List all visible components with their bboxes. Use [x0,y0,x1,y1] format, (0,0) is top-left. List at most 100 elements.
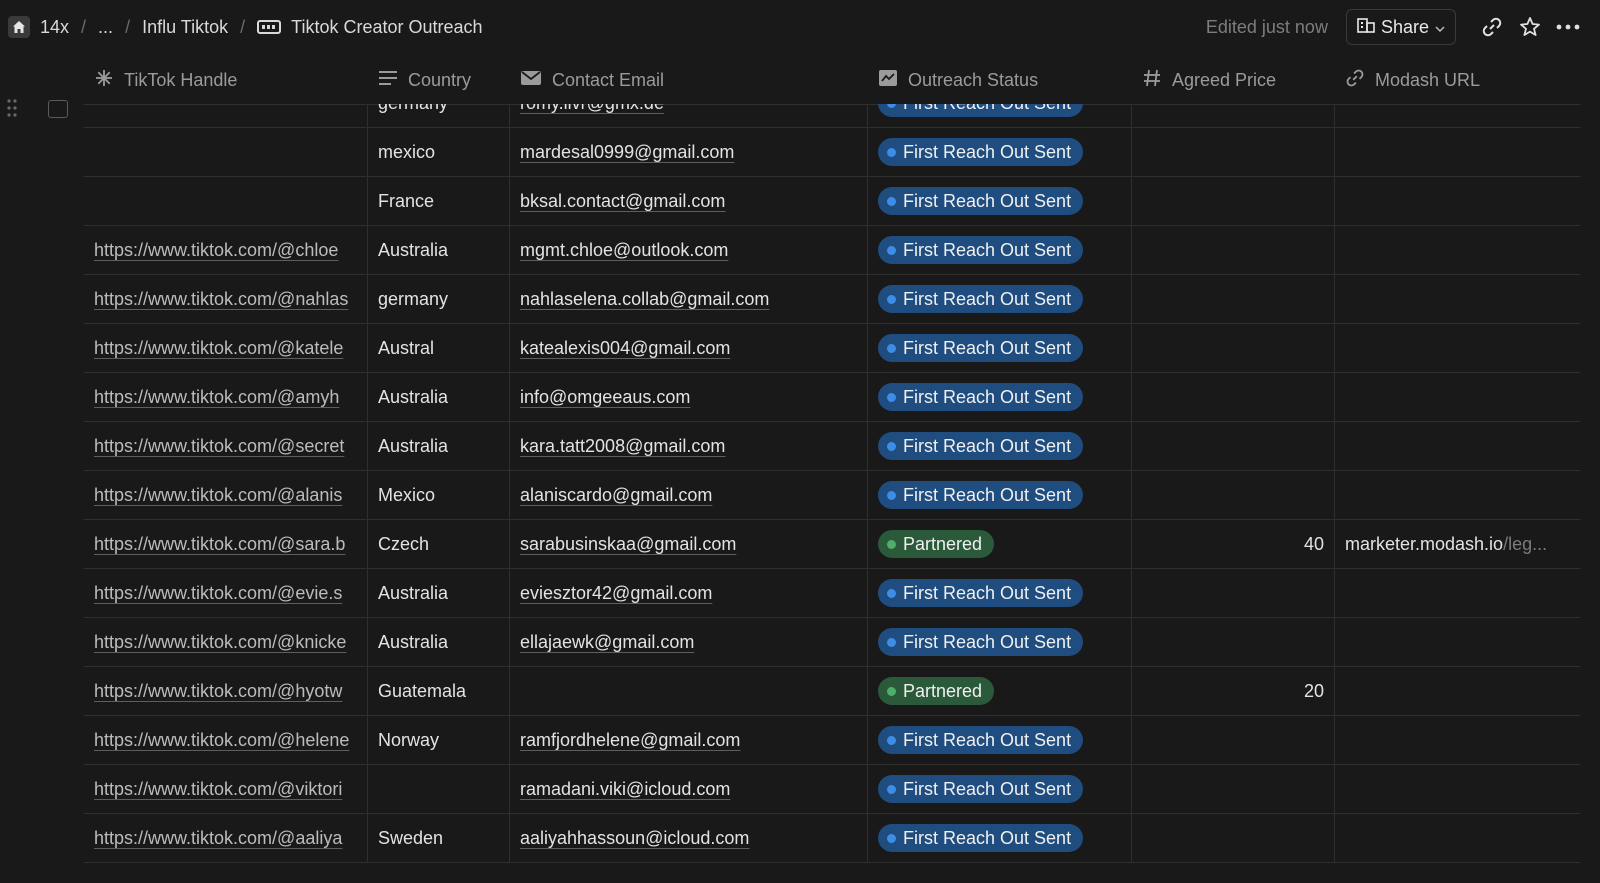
cell-url[interactable] [1335,765,1580,813]
cell-country[interactable]: mexico [368,128,510,176]
breadcrumb-ellipsis[interactable]: ... [98,17,113,38]
cell-status[interactable]: First Reach Out Sent [868,275,1132,323]
status-badge[interactable]: First Reach Out Sent [878,432,1084,460]
cell-country[interactable]: Czech [368,520,510,568]
cell-price[interactable] [1132,765,1335,813]
cell-email[interactable]: kara.tatt2008@gmail.com [510,422,868,470]
email-link[interactable]: mardesal0999@gmail.com [520,142,734,163]
table-row[interactable]: France bksal.contact@gmail.com First Rea… [84,177,1580,226]
email-link[interactable]: alaniscardo@gmail.com [520,485,712,506]
cell-email[interactable]: alaniscardo@gmail.com [510,471,868,519]
cell-handle[interactable]: https://www.tiktok.com/@helene [84,716,368,764]
cell-url[interactable] [1335,128,1580,176]
cell-country[interactable]: Australia [368,569,510,617]
table-row[interactable]: https://www.tiktok.com/@amyh Australia i… [84,373,1580,422]
cell-price[interactable] [1132,716,1335,764]
more-icon[interactable] [1552,11,1584,43]
table-row[interactable]: https://www.tiktok.com/@chloe Australia … [84,226,1580,275]
column-header-country[interactable]: Country [368,56,510,104]
cell-handle[interactable]: https://www.tiktok.com/@chloe [84,226,368,274]
cell-price[interactable] [1132,226,1335,274]
column-header-handle[interactable]: TikTok Handle [84,56,368,104]
cell-status[interactable]: First Reach Out Sent [868,716,1132,764]
cell-url[interactable] [1335,373,1580,421]
cell-url[interactable] [1335,422,1580,470]
cell-country[interactable]: Sweden [368,814,510,862]
cell-country[interactable]: Austral [368,324,510,372]
cell-status[interactable]: First Reach Out Sent [868,104,1132,127]
cell-url[interactable] [1335,569,1580,617]
cell-handle[interactable]: https://www.tiktok.com/@alanis [84,471,368,519]
email-link[interactable]: aaliyahhassoun@icloud.com [520,828,749,849]
cell-handle[interactable] [84,128,368,176]
status-badge[interactable]: First Reach Out Sent [878,187,1084,215]
cell-url[interactable] [1335,618,1580,666]
cell-country[interactable]: Guatemala [368,667,510,715]
email-link[interactable]: eviesztor42@gmail.com [520,583,712,604]
cell-url[interactable] [1335,471,1580,519]
cell-handle[interactable]: https://www.tiktok.com/@hyotw [84,667,368,715]
cell-handle[interactable] [84,177,368,225]
cell-handle[interactable]: https://www.tiktok.com/@amyh [84,373,368,421]
cell-email[interactable] [510,667,868,715]
cell-url[interactable] [1335,275,1580,323]
status-badge[interactable]: First Reach Out Sent [878,775,1084,803]
cell-status[interactable]: First Reach Out Sent [868,765,1132,813]
cell-email[interactable]: ramfjordhelene@gmail.com [510,716,868,764]
table-row[interactable]: germany romy.livr@gmx.de First Reach Out… [84,104,1580,128]
tiktok-handle-link[interactable]: https://www.tiktok.com/@amyh [94,387,339,408]
cell-email[interactable]: mardesal0999@gmail.com [510,128,868,176]
cell-url[interactable] [1335,104,1580,127]
cell-email[interactable]: mgmt.chloe@outlook.com [510,226,868,274]
cell-email[interactable]: romy.livr@gmx.de [510,104,868,127]
cell-price[interactable] [1132,177,1335,225]
status-badge[interactable]: First Reach Out Sent [878,628,1084,656]
email-link[interactable]: kara.tatt2008@gmail.com [520,436,725,457]
column-header-status[interactable]: Outreach Status [868,56,1132,104]
cell-handle[interactable]: https://www.tiktok.com/@aaliya [84,814,368,862]
modash-url-link[interactable]: marketer.modash.io/leg... [1345,534,1547,555]
cell-status[interactable]: First Reach Out Sent [868,569,1132,617]
cell-country[interactable]: germany [368,275,510,323]
email-link[interactable]: ellajaewk@gmail.com [520,632,694,653]
cell-status[interactable]: First Reach Out Sent [868,177,1132,225]
status-badge[interactable]: Partnered [878,677,995,705]
column-header-email[interactable]: Contact Email [510,56,868,104]
cell-country[interactable] [368,765,510,813]
status-badge[interactable]: First Reach Out Sent [878,481,1084,509]
tiktok-handle-link[interactable]: https://www.tiktok.com/@evie.s [94,583,342,604]
tiktok-handle-link[interactable]: https://www.tiktok.com/@hyotw [94,681,342,702]
cell-price[interactable] [1132,128,1335,176]
status-badge[interactable]: First Reach Out Sent [878,138,1084,166]
cell-url[interactable]: marketer.modash.io/leg... [1335,520,1580,568]
tiktok-handle-link[interactable]: https://www.tiktok.com/@knicke [94,632,346,653]
cell-status[interactable]: First Reach Out Sent [868,373,1132,421]
tiktok-handle-link[interactable]: https://www.tiktok.com/@katele [94,338,343,359]
cell-url[interactable] [1335,667,1580,715]
cell-handle[interactable]: https://www.tiktok.com/@katele [84,324,368,372]
table-row[interactable]: https://www.tiktok.com/@knicke Australia… [84,618,1580,667]
home-icon[interactable] [8,16,30,38]
cell-email[interactable]: katealexis004@gmail.com [510,324,868,372]
tiktok-handle-link[interactable]: https://www.tiktok.com/@helene [94,730,349,751]
cell-email[interactable]: sarabusinskaa@gmail.com [510,520,868,568]
cell-url[interactable] [1335,324,1580,372]
cell-price[interactable] [1132,422,1335,470]
cell-handle[interactable]: https://www.tiktok.com/@nahlas [84,275,368,323]
status-badge[interactable]: First Reach Out Sent [878,726,1084,754]
cell-country[interactable]: Australia [368,226,510,274]
status-badge[interactable]: First Reach Out Sent [878,579,1084,607]
cell-price[interactable]: 20 [1132,667,1335,715]
table-row[interactable]: https://www.tiktok.com/@hyotw Guatemala … [84,667,1580,716]
cell-status[interactable]: First Reach Out Sent [868,814,1132,862]
cell-status[interactable]: Partnered [868,520,1132,568]
status-badge[interactable]: First Reach Out Sent [878,236,1084,264]
cell-email[interactable]: bksal.contact@gmail.com [510,177,868,225]
cell-price[interactable] [1132,324,1335,372]
column-header-url[interactable]: Modash URL [1335,56,1580,104]
cell-status[interactable]: First Reach Out Sent [868,471,1132,519]
column-header-price[interactable]: Agreed Price [1132,56,1335,104]
email-link[interactable]: katealexis004@gmail.com [520,338,730,359]
cell-email[interactable]: nahlaselena.collab@gmail.com [510,275,868,323]
tiktok-handle-link[interactable]: https://www.tiktok.com/@viktori [94,779,342,800]
